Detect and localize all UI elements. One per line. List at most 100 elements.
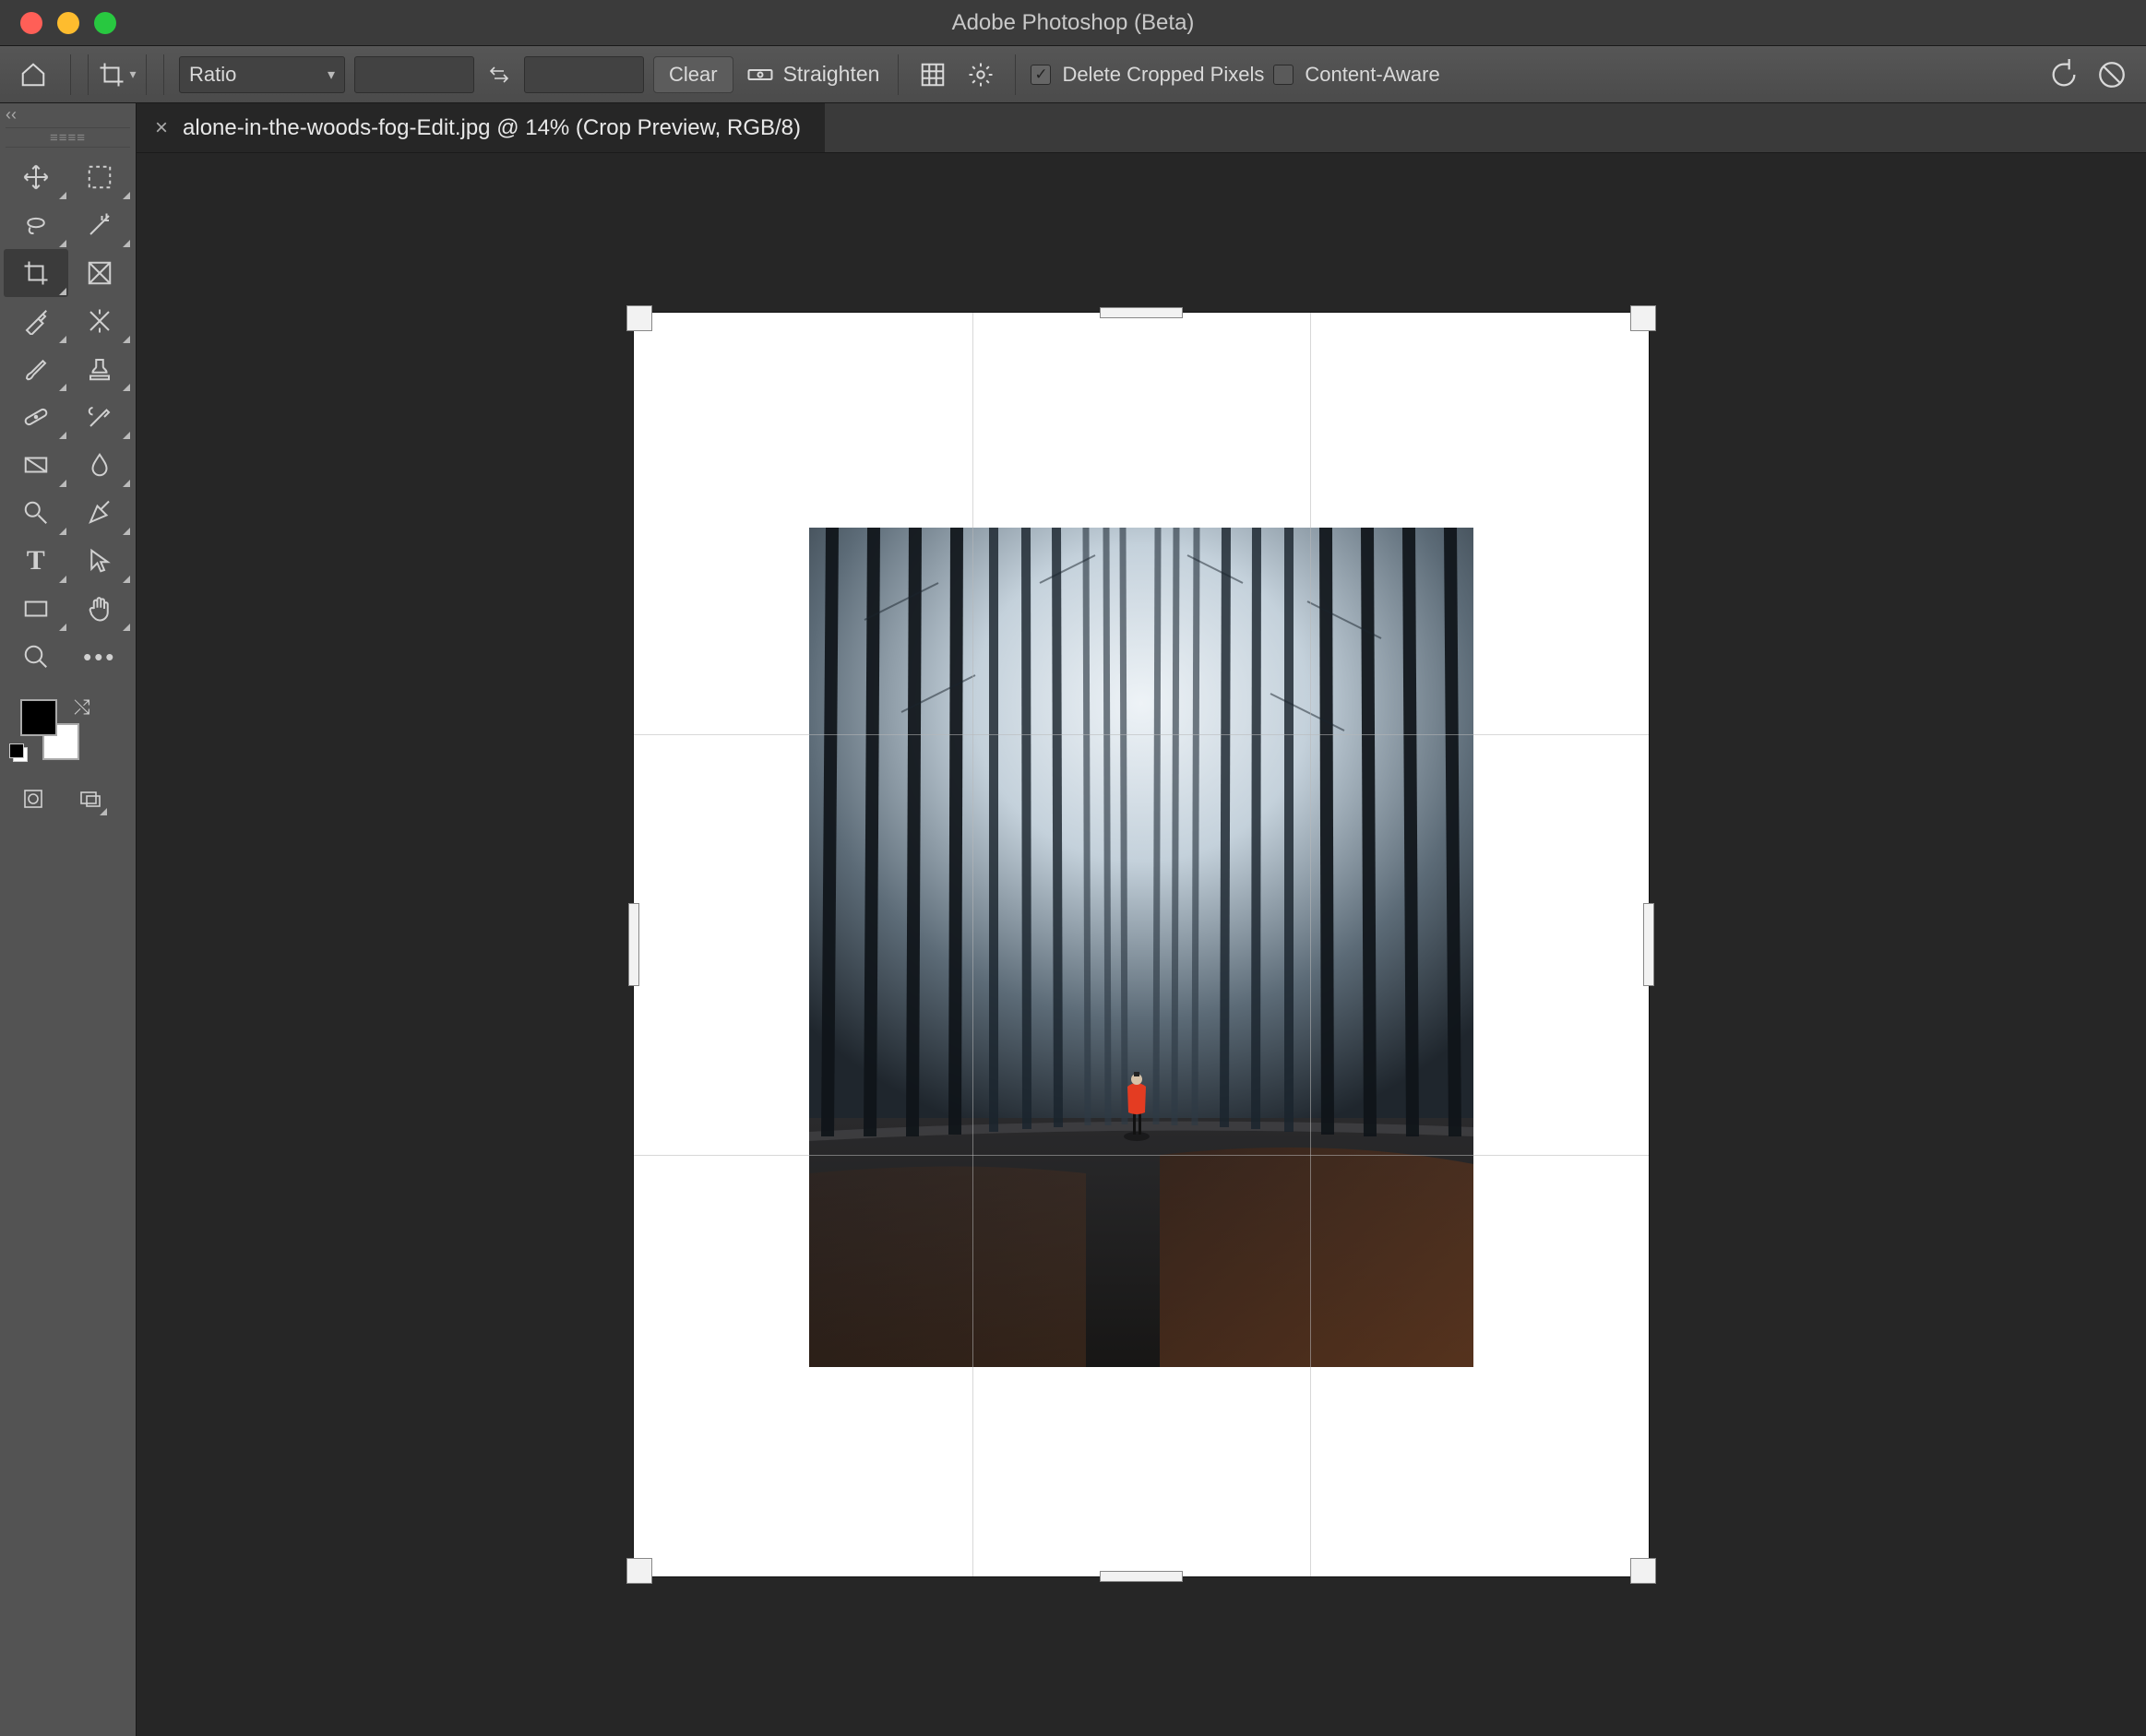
cancel-icon: [2096, 59, 2128, 90]
current-tool-indicator[interactable]: ▾: [88, 54, 147, 95]
overlay-options-button[interactable]: [913, 54, 952, 95]
gear-icon: [967, 61, 995, 89]
sparkle-cross-icon: [86, 307, 113, 335]
home-button[interactable]: [11, 54, 55, 95]
minimize-window-button[interactable]: [57, 12, 79, 34]
screen-mode-button[interactable]: [72, 780, 109, 817]
rectangle-tool[interactable]: [4, 585, 68, 633]
options-bar: ▾ Ratio ▾ Clear Straighten ✓ Delete Crop…: [0, 46, 2146, 103]
content-aware-label: Content-Aware: [1305, 63, 1439, 87]
dodge-icon: [22, 499, 50, 527]
maximize-window-button[interactable]: [94, 12, 116, 34]
gradient-tool[interactable]: [4, 441, 68, 489]
path-select-tool[interactable]: [68, 537, 133, 585]
aspect-ratio-preset-select[interactable]: Ratio ▾: [179, 56, 345, 93]
crop-tool[interactable]: [4, 249, 68, 297]
crop-grid-line: [634, 1155, 1649, 1156]
straighten-button[interactable]: Straighten: [743, 54, 884, 95]
crop-grid-line: [1310, 313, 1311, 1576]
blur-tool[interactable]: [68, 441, 133, 489]
magic-wand-tool[interactable]: [68, 201, 133, 249]
delete-cropped-pixels-checkbox[interactable]: ✓ Delete Cropped Pixels: [1031, 63, 1264, 87]
crop-width-input[interactable]: [354, 56, 474, 93]
brush-tool[interactable]: [4, 345, 68, 393]
dodge-tool[interactable]: [4, 489, 68, 537]
frame-icon: [86, 259, 113, 287]
document-tab-bar: × alone-in-the-woods-fog-Edit.jpg @ 14% …: [137, 103, 2146, 153]
separator: [163, 54, 164, 95]
bandage-icon: [22, 403, 50, 431]
clear-button-label: Clear: [669, 63, 718, 87]
marquee-tool[interactable]: [68, 153, 133, 201]
title-bar: Adobe Photoshop (Beta): [0, 0, 2146, 46]
panel-grip[interactable]: ≡≡≡≡: [6, 127, 130, 148]
default-colors-button[interactable]: [9, 743, 26, 760]
crop-icon: [98, 61, 125, 89]
history-brush-tool[interactable]: [68, 393, 133, 441]
zoom-tool[interactable]: [4, 633, 68, 681]
crop-handle-bottom-right[interactable]: [1630, 1558, 1656, 1584]
document-tab-title: alone-in-the-woods-fog-Edit.jpg @ 14% (C…: [183, 115, 801, 141]
reset-icon: [2048, 59, 2080, 90]
reset-crop-button[interactable]: [2048, 54, 2080, 95]
separator: [1015, 54, 1016, 95]
straighten-label: Straighten: [783, 62, 880, 87]
aspect-ratio-label: Ratio: [189, 63, 236, 87]
app-title: Adobe Photoshop (Beta): [0, 10, 2146, 36]
separator: [70, 54, 71, 95]
generative-fill-tool[interactable]: [68, 297, 133, 345]
content-aware-checkbox[interactable]: Content-Aware: [1273, 63, 1439, 87]
crop-handle-top-left[interactable]: [626, 305, 652, 331]
lasso-icon: [22, 211, 50, 239]
arrow-cursor-icon: [86, 547, 113, 575]
type-icon: T: [27, 545, 45, 577]
move-tool[interactable]: [4, 153, 68, 201]
hand-icon: [86, 595, 113, 623]
eyedropper-icon: [22, 307, 50, 335]
cancel-crop-button[interactable]: [2096, 54, 2128, 95]
crop-options-button[interactable]: [961, 54, 1000, 95]
stamp-icon: [86, 355, 113, 383]
crop-handle-right[interactable]: [1643, 903, 1654, 986]
crop-height-input[interactable]: [524, 56, 644, 93]
document-tab[interactable]: × alone-in-the-woods-fog-Edit.jpg @ 14% …: [137, 103, 825, 152]
hand-tool[interactable]: [68, 585, 133, 633]
healing-brush-tool[interactable]: [4, 393, 68, 441]
history-brush-icon: [86, 403, 113, 431]
lasso-tool[interactable]: [4, 201, 68, 249]
quick-mask-button[interactable]: [15, 780, 52, 817]
clone-stamp-tool[interactable]: [68, 345, 133, 393]
eyedropper-tool[interactable]: [4, 297, 68, 345]
chevron-down-icon: ▾: [328, 65, 335, 84]
chevron-down-icon: ▾: [129, 66, 136, 82]
collapse-panel-button[interactable]: ‹‹: [0, 103, 136, 125]
quick-mask-icon: [22, 788, 44, 810]
crop-handle-top[interactable]: [1100, 307, 1183, 318]
close-tab-button[interactable]: ×: [155, 115, 168, 141]
crop-handle-top-right[interactable]: [1630, 305, 1656, 331]
close-window-button[interactable]: [20, 12, 42, 34]
crop-handle-bottom[interactable]: [1100, 1571, 1183, 1582]
screen-mode-icon: [79, 788, 101, 810]
swap-colors-button[interactable]: ⤭: [74, 696, 90, 719]
checkbox-icon: ✓: [1031, 65, 1051, 85]
frame-tool[interactable]: [68, 249, 133, 297]
wand-icon: [86, 211, 113, 239]
foreground-color-swatch[interactable]: [20, 699, 57, 736]
pen-tool[interactable]: [68, 489, 133, 537]
crop-boundary[interactable]: [634, 313, 1649, 1576]
level-icon: [746, 61, 774, 89]
swap-width-height-button[interactable]: [483, 54, 515, 95]
ellipsis-icon: •••: [83, 643, 116, 672]
crop-handle-bottom-left[interactable]: [626, 1558, 652, 1584]
type-tool[interactable]: T: [4, 537, 68, 585]
move-icon: [22, 163, 50, 191]
canvas-area[interactable]: [137, 153, 2146, 1736]
crop-grid-line: [634, 734, 1649, 735]
color-swatches: ⤭: [0, 690, 136, 773]
clear-button[interactable]: Clear: [653, 56, 733, 93]
brush-icon: [22, 355, 50, 383]
crop-handle-left[interactable]: [628, 903, 639, 986]
more-tools-button[interactable]: •••: [68, 633, 133, 681]
tools-panel: ‹‹ ≡≡≡≡: [0, 103, 137, 1736]
